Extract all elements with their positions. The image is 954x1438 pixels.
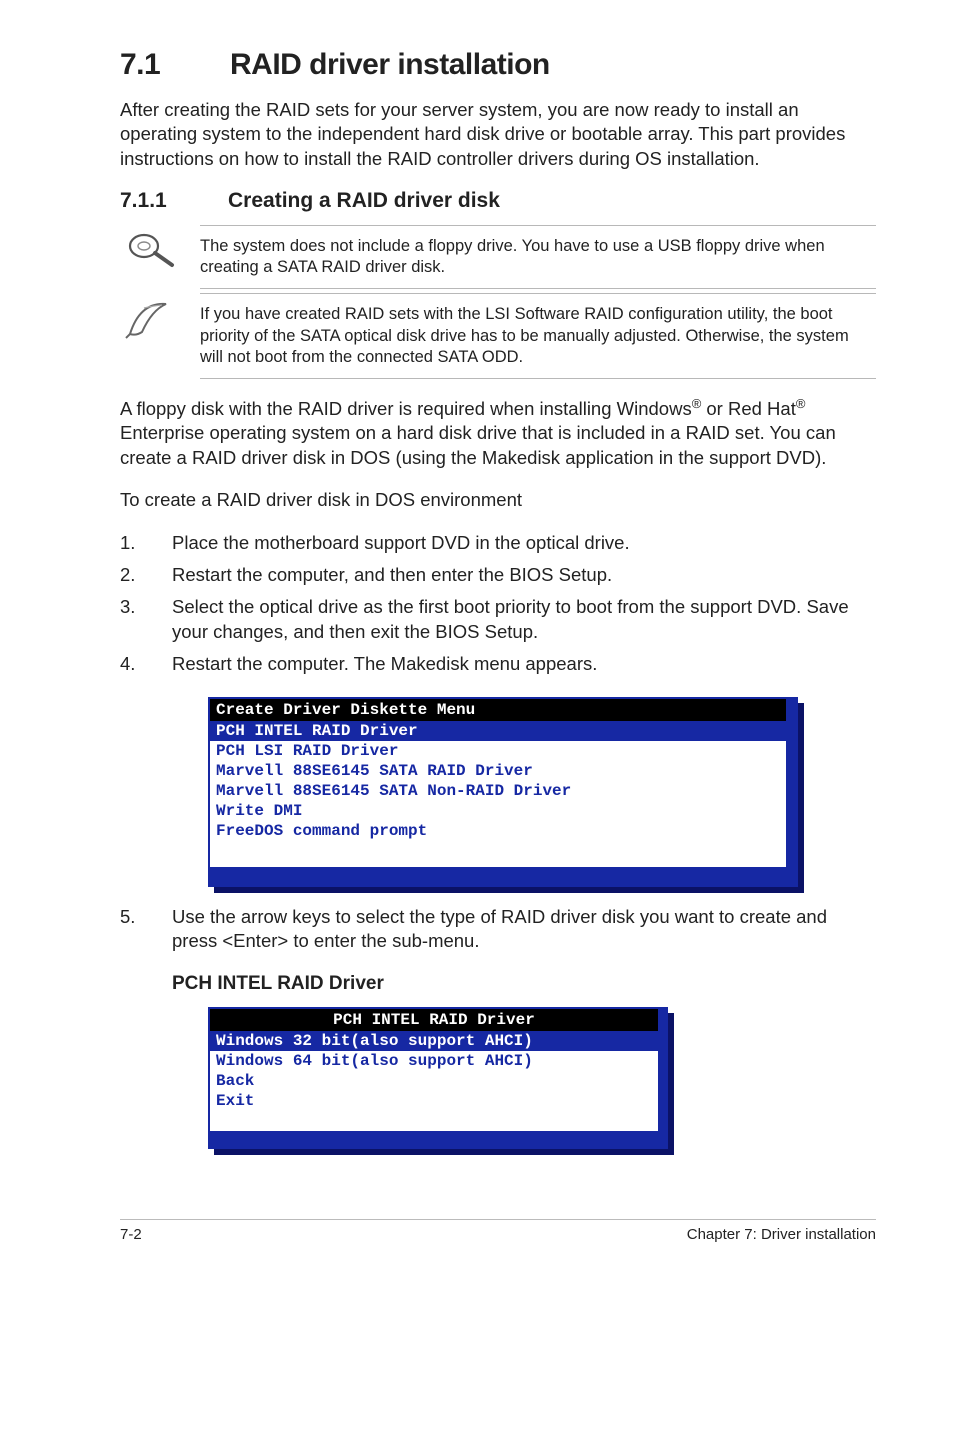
page: 7.1RAID driver installation After creati… xyxy=(0,0,954,1283)
console-line: Exit xyxy=(210,1091,658,1111)
console-makedisk-menu: Create Driver Diskette Menu PCH INTEL RA… xyxy=(208,697,798,887)
list-item: 2.Restart the computer, and then enter t… xyxy=(120,563,876,587)
steps-list: 1.Place the motherboard support DVD in t… xyxy=(120,531,876,677)
section-number: 7.1 xyxy=(120,48,230,82)
paragraph-required: A floppy disk with the RAID driver is re… xyxy=(120,395,876,470)
section-heading: RAID driver installation xyxy=(230,48,550,81)
magnifier-icon xyxy=(120,225,178,275)
page-number: 7-2 xyxy=(120,1226,142,1243)
subsection-number: 7.1.1 xyxy=(120,189,228,213)
section-title: 7.1RAID driver installation xyxy=(120,48,876,82)
sub-heading-pch: PCH INTEL RAID Driver xyxy=(172,973,876,995)
intro-paragraph: After creating the RAID sets for your se… xyxy=(120,98,876,171)
console-line: Windows 64 bit(also support AHCI) xyxy=(210,1051,658,1071)
note-usb-floppy: The system does not include a floppy dri… xyxy=(120,225,876,289)
paragraph-env: To create a RAID driver disk in DOS envi… xyxy=(120,488,876,512)
console-line: Marvell 88SE6145 SATA Non-RAID Driver xyxy=(210,781,786,801)
console-selected-item: Windows 32 bit(also support AHCI) xyxy=(210,1031,658,1051)
console-line: Write DMI xyxy=(210,801,786,821)
note-text: If you have created RAID sets with the L… xyxy=(200,293,876,378)
subsection-title: 7.1.1Creating a RAID driver disk xyxy=(120,189,876,213)
console-line: Marvell 88SE6145 SATA RAID Driver xyxy=(210,761,786,781)
console-line: Back xyxy=(210,1071,658,1091)
console-line: PCH LSI RAID Driver xyxy=(210,741,786,761)
list-item: 5.Use the arrow keys to select the type … xyxy=(120,905,876,954)
console-pch-driver-menu: PCH INTEL RAID Driver Windows 32 bit(als… xyxy=(208,1007,668,1149)
list-item: 1.Place the motherboard support DVD in t… xyxy=(120,531,876,555)
console-line: FreeDOS command prompt xyxy=(210,821,786,841)
console-header: Create Driver Diskette Menu xyxy=(210,699,786,721)
subsection-heading: Creating a RAID driver disk xyxy=(228,189,500,212)
list-item: 4.Restart the computer. The Makedisk men… xyxy=(120,652,876,676)
note-lsi-boot-priority: If you have created RAID sets with the L… xyxy=(120,293,876,378)
steps-list-continued: 5.Use the arrow keys to select the type … xyxy=(120,905,876,954)
chapter-label: Chapter 7: Driver installation xyxy=(687,1226,876,1243)
list-item: 3.Select the optical drive as the first … xyxy=(120,595,876,644)
console-header: PCH INTEL RAID Driver xyxy=(210,1009,658,1031)
console-selected-item: PCH INTEL RAID Driver xyxy=(210,721,786,741)
note-text: The system does not include a floppy dri… xyxy=(200,225,876,289)
pen-icon xyxy=(120,293,178,343)
page-footer: 7-2 Chapter 7: Driver installation xyxy=(120,1219,876,1243)
